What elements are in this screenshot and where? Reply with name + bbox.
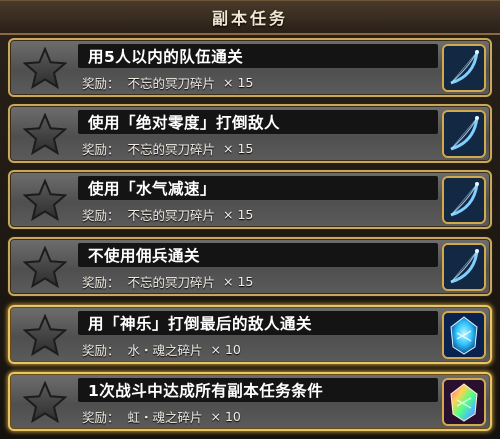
reward-item-name: 不忘的冥刀碎片 bbox=[127, 141, 216, 157]
mission-title-bar: 使用「水气减速」 bbox=[78, 176, 438, 200]
reward-label: 奖励： bbox=[82, 207, 120, 223]
mission-title: 用「神乐」打倒最后的敌人通关 bbox=[88, 315, 313, 333]
mission-title-bar: 用「神乐」打倒最后的敌人通关 bbox=[78, 311, 438, 335]
mission-title: 1次战斗中达成所有副本任务条件 bbox=[88, 382, 324, 400]
mission-title-bar: 不使用佣兵通关 bbox=[78, 243, 438, 267]
reward-label: 奖励： bbox=[82, 274, 120, 290]
mission-title-bar: 用5人以内的队伍通关 bbox=[78, 44, 438, 68]
reward-quantity: × 15 bbox=[223, 206, 254, 222]
mission-title: 不使用佣兵通关 bbox=[88, 247, 201, 265]
star-icon bbox=[16, 176, 74, 224]
mission-reward: 奖励： 虹・魂之碎片 × 10 bbox=[82, 406, 241, 426]
bow-shard-icon[interactable] bbox=[442, 110, 486, 158]
bow-shard-icon[interactable] bbox=[442, 243, 486, 291]
rainbow-soul-shard-icon[interactable] bbox=[442, 378, 486, 426]
mission-row[interactable]: 使用「水气减速」 奖励： 不忘的冥刀碎片 × 15 bbox=[8, 170, 492, 229]
mission-title-bar: 使用「绝对零度」打倒敌人 bbox=[78, 110, 438, 134]
mission-title: 用5人以内的队伍通关 bbox=[88, 48, 244, 66]
reward-label: 奖励： bbox=[82, 409, 120, 425]
mission-reward: 奖励： 不忘的冥刀碎片 × 15 bbox=[82, 204, 253, 224]
star-icon bbox=[16, 110, 74, 158]
mission-row[interactable]: 用5人以内的队伍通关 奖励： 不忘的冥刀碎片 × 15 bbox=[8, 38, 492, 97]
water-soul-shard-icon[interactable] bbox=[442, 311, 486, 359]
star-icon bbox=[16, 311, 74, 359]
bow-shard-icon[interactable] bbox=[442, 176, 486, 224]
panel-header: 副本任务 bbox=[0, 0, 500, 35]
reward-item-name: 不忘的冥刀碎片 bbox=[127, 207, 216, 223]
mission-reward: 奖励： 水・魂之碎片 × 10 bbox=[82, 339, 241, 359]
reward-item-name: 水・魂之碎片 bbox=[127, 342, 203, 358]
mission-row[interactable]: 不使用佣兵通关 奖励： 不忘的冥刀碎片 × 15 bbox=[8, 237, 492, 296]
mission-row[interactable]: 1次战斗中达成所有副本任务条件 奖励： 虹・魂之碎片 × 10 bbox=[8, 372, 492, 431]
mission-title: 使用「绝对零度」打倒敌人 bbox=[88, 114, 281, 132]
mission-reward: 奖励： 不忘的冥刀碎片 × 15 bbox=[82, 72, 253, 92]
reward-quantity: × 15 bbox=[223, 74, 254, 90]
reward-quantity: × 15 bbox=[223, 273, 254, 289]
mission-row[interactable]: 使用「绝对零度」打倒敌人 奖励： 不忘的冥刀碎片 × 15 bbox=[8, 104, 492, 163]
reward-quantity: × 10 bbox=[210, 341, 241, 357]
reward-quantity: × 15 bbox=[223, 140, 254, 156]
star-icon bbox=[16, 44, 74, 92]
panel-title: 副本任务 bbox=[211, 8, 288, 28]
mission-reward: 奖励： 不忘的冥刀碎片 × 15 bbox=[82, 138, 253, 158]
star-icon bbox=[16, 243, 74, 291]
reward-label: 奖励： bbox=[82, 75, 120, 91]
reward-item-name: 虹・魂之碎片 bbox=[127, 409, 203, 425]
reward-label: 奖励： bbox=[82, 141, 120, 157]
mission-title-bar: 1次战斗中达成所有副本任务条件 bbox=[78, 378, 438, 402]
star-icon bbox=[16, 378, 74, 426]
reward-quantity: × 10 bbox=[210, 408, 241, 424]
bow-shard-icon[interactable] bbox=[442, 44, 486, 92]
mission-reward: 奖励： 不忘的冥刀碎片 × 15 bbox=[82, 271, 253, 291]
reward-label: 奖励： bbox=[82, 342, 120, 358]
reward-item-name: 不忘的冥刀碎片 bbox=[127, 75, 216, 91]
mission-row[interactable]: 用「神乐」打倒最后的敌人通关 奖励： 水・魂之碎片 × 10 bbox=[8, 305, 492, 364]
mission-title: 使用「水气减速」 bbox=[88, 180, 217, 198]
reward-item-name: 不忘的冥刀碎片 bbox=[127, 274, 216, 290]
